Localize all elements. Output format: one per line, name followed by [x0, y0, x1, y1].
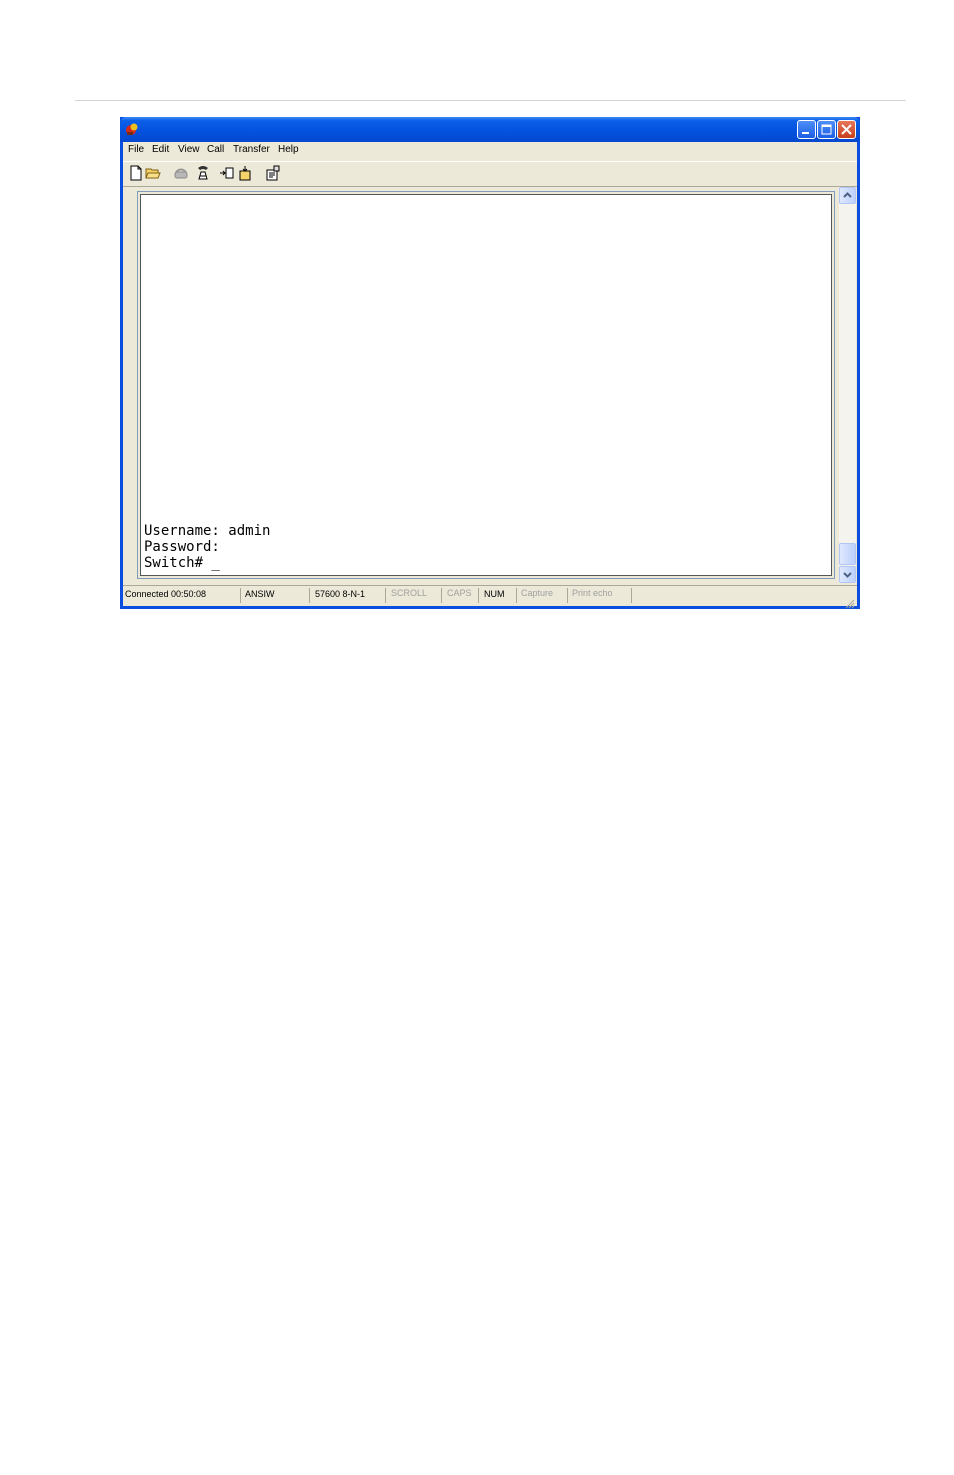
resize-grip-icon[interactable] [845, 594, 855, 613]
new-document-icon[interactable] [128, 165, 144, 181]
close-icon [841, 124, 852, 135]
maximize-icon [821, 124, 832, 135]
receive-file-icon[interactable] [237, 165, 253, 181]
chevron-up-icon [843, 192, 852, 198]
chevron-down-icon [843, 572, 852, 578]
terminal-screen[interactable]: Username: admin Password: Switch# _ [140, 194, 832, 576]
menu-transfer[interactable]: Transfer [233, 144, 270, 155]
status-connection: Connected 00:50:08 [125, 589, 207, 599]
status-port-settings: 57600 8-N-1 [315, 589, 366, 599]
minimize-icon [802, 132, 809, 134]
status-print-echo: Print echo [572, 588, 613, 598]
toolbar [123, 161, 857, 187]
status-scroll: SCROLL [391, 588, 428, 598]
menu-edit[interactable]: Edit [152, 144, 169, 155]
status-divider [516, 588, 517, 603]
status-divider [441, 588, 442, 603]
status-divider [567, 588, 568, 603]
maximize-button[interactable] [817, 120, 836, 139]
status-divider [631, 588, 632, 603]
hyperterminal-app-icon[interactable] [125, 122, 140, 137]
open-folder-icon[interactable] [145, 165, 161, 181]
status-emulation: ANSIW [245, 589, 275, 599]
menu-file[interactable]: File [128, 144, 144, 155]
menu-help[interactable]: Help [278, 144, 299, 155]
status-divider [385, 588, 386, 603]
menu-call[interactable]: Call [207, 144, 224, 155]
terminal-line-prompt: Switch# _ [144, 555, 220, 571]
menu-view[interactable]: View [178, 144, 200, 155]
page-divider [75, 100, 906, 101]
status-capture: Capture [521, 588, 554, 598]
status-num: NUM [484, 589, 505, 599]
scroll-up-button[interactable] [839, 187, 856, 204]
status-divider [240, 588, 241, 603]
terminal-line-password: Password: [144, 539, 220, 555]
hyperterminal-window: File Edit View Call Transfer Help Userna… [120, 117, 860, 609]
status-divider [478, 588, 479, 603]
close-button[interactable] [837, 120, 856, 139]
properties-icon[interactable] [265, 165, 281, 181]
scroll-thumb[interactable] [839, 543, 856, 565]
terminal-client-area: Username: admin Password: Switch# _ [124, 187, 856, 583]
window-body: File Edit View Call Transfer Help Userna… [123, 142, 857, 609]
terminal-line-username: Username: admin [144, 523, 271, 539]
dial-icon[interactable] [195, 165, 211, 181]
send-file-icon[interactable] [219, 165, 235, 181]
status-bar: Connected 00:50:08 ANSIW 57600 8-N-1 SCR… [123, 585, 857, 609]
minimize-button[interactable] [797, 120, 816, 139]
vertical-scrollbar[interactable] [839, 187, 856, 583]
status-divider [309, 588, 310, 603]
disconnect-phone-icon[interactable] [173, 165, 189, 181]
title-bar[interactable] [120, 117, 860, 142]
scroll-down-button[interactable] [839, 566, 856, 583]
menu-bar: File Edit View Call Transfer Help [123, 142, 857, 160]
status-caps: CAPS [447, 588, 472, 598]
terminal-frame: Username: admin Password: Switch# _ [137, 191, 835, 579]
